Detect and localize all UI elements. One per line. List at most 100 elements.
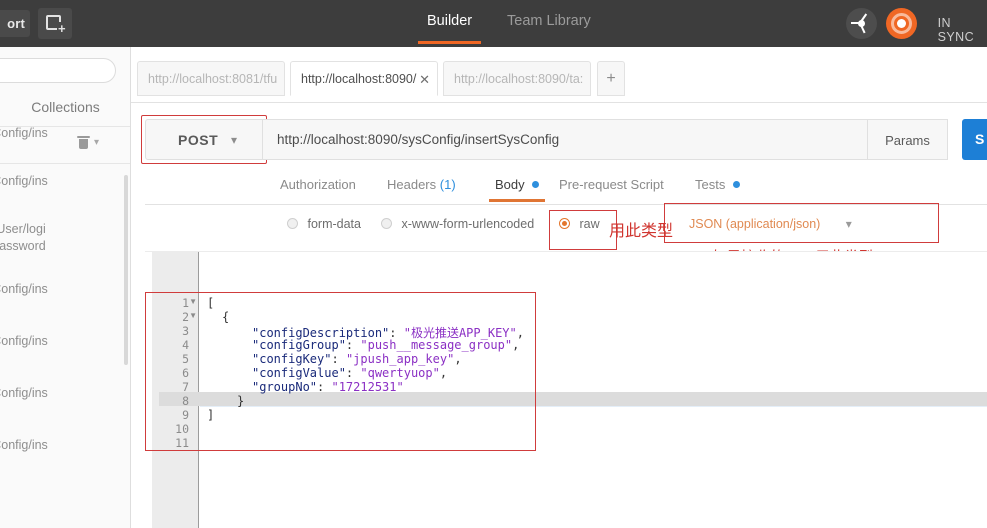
add-tab-button[interactable]: + xyxy=(597,61,625,96)
search-input[interactable] xyxy=(0,58,116,83)
headers-count-badge: (1) xyxy=(439,177,456,192)
sidebar-divider xyxy=(0,163,130,164)
radio-raw-label: raw xyxy=(579,217,600,231)
request-tab[interactable]: http://localhost:8090/ta: xyxy=(443,61,591,96)
code-token: "groupNo" xyxy=(252,380,318,394)
sidebar-item-request[interactable]: /sysConfig/ins xyxy=(0,437,122,454)
sidebar-item-label: /taskUser/logi xyxy=(0,222,46,236)
request-tab-active[interactable]: http://localhost:8090/ ✕ xyxy=(290,61,438,96)
top-bar: ort + Builder Team Library IN SYNC xyxy=(0,0,987,47)
code-token: : xyxy=(345,366,361,380)
main-panel: http://localhost:8081/tfu http://localho… xyxy=(131,47,987,528)
chevron-down-icon: ▾ xyxy=(845,217,852,231)
code-token: : xyxy=(345,338,361,352)
radio-icon xyxy=(287,218,298,229)
main-nav-tabs: Builder Team Library xyxy=(0,0,987,47)
sidebar: Collections ▾ /sysConfig/ins/sysConfig/i… xyxy=(0,47,131,528)
sidebar-item-label: ng&password xyxy=(0,239,46,253)
editor-code-line: "configValue": "qwertyuop", xyxy=(252,366,447,380)
request-tab[interactable]: http://localhost:8081/tfu xyxy=(137,61,285,96)
annotation-use-this-type: 用此类型 xyxy=(609,223,674,240)
radio-raw[interactable]: raw xyxy=(559,217,600,231)
request-section-tabs: Authorization Headers (1) Body Pre-reque… xyxy=(145,172,987,205)
sidebar-item-request[interactable]: /sysConfig/ins xyxy=(0,385,122,402)
tab-tests[interactable]: Tests xyxy=(695,177,740,192)
code-token: ] xyxy=(207,408,215,422)
radio-x-www-form-urlencoded-label: x-www-form-urlencoded xyxy=(401,217,535,231)
body-type-row: form-data x-www-form-urlencoded raw JSON… xyxy=(145,203,987,250)
sidebar-item-request[interactable]: /sysConfig/ins xyxy=(0,125,122,142)
tab-body-label: Body xyxy=(495,177,525,192)
sync-status-label: IN SYNC xyxy=(937,16,975,44)
code-token: : xyxy=(331,352,346,366)
editor-code-line: "configGroup": "push__message_group", xyxy=(252,338,519,352)
tab-pre-request-script[interactable]: Pre-request Script xyxy=(559,177,664,192)
sidebar-item-label: /sysConfig/ins xyxy=(0,174,48,188)
sidebar-item-request[interactable]: /taskUser/logi ng&password xyxy=(0,221,122,255)
tab-authorization-label: Authorization xyxy=(280,177,356,192)
editor-line-number: 9 xyxy=(182,408,189,422)
tab-body[interactable]: Body xyxy=(488,177,546,202)
sidebar-item-label: /sysConfig/ins xyxy=(0,282,48,296)
sidebar-item-label: /sysConfig/ins xyxy=(0,126,48,140)
http-method-select[interactable]: POST ▾ xyxy=(145,119,263,160)
editor-line-number: 4 xyxy=(182,338,189,352)
radio-form-data[interactable]: form-data xyxy=(287,217,361,231)
request-tab-label: http://localhost:8090/ xyxy=(301,72,417,86)
sidebar-item-label: /sysConfig/ins xyxy=(0,334,48,348)
sync-core-glyph xyxy=(897,19,906,28)
close-icon[interactable]: ✕ xyxy=(419,62,430,95)
body-code-editor[interactable]: 1 ▼ 2 ▼ 3 4 5 6 7 8 9 10 11 [{"configDescription": "… xyxy=(145,251,987,528)
content-type-select[interactable]: JSON (application/json) ▾ xyxy=(689,217,852,231)
url-input[interactable]: http://localhost:8090/sysConfig/insertSy… xyxy=(263,119,868,160)
editor-code-line: } xyxy=(237,394,244,408)
sync-icon[interactable] xyxy=(886,8,917,39)
nav-tab-team-library[interactable]: Team Library xyxy=(507,13,591,29)
editor-code-line: "groupNo": "17212531" xyxy=(252,380,404,394)
radio-form-data-label: form-data xyxy=(307,217,361,231)
code-token: "qwertyuop" xyxy=(360,366,440,380)
gutter-line-highlight xyxy=(159,392,987,406)
sidebar-scrollbar[interactable] xyxy=(124,175,128,365)
sidebar-request-list: /sysConfig/ins/sysConfig/ins/taskUser/lo… xyxy=(0,126,130,528)
code-fold-icon[interactable]: ▼ xyxy=(189,295,197,309)
url-row: POST ▾ http://localhost:8090/sysConfig/i… xyxy=(141,115,987,164)
collections-header: Collections xyxy=(31,99,100,115)
editor-line-number: 11 xyxy=(175,436,189,450)
radio-icon-selected xyxy=(559,218,570,229)
radio-x-www-form-urlencoded[interactable]: x-www-form-urlencoded xyxy=(381,217,534,231)
body-status-dot xyxy=(532,181,540,188)
editor-line-number: 8 xyxy=(182,394,189,408)
sidebar-item-request[interactable]: /sysConfig/ins xyxy=(0,173,122,190)
code-token: } xyxy=(237,394,245,408)
code-token: { xyxy=(222,310,230,324)
sidebar-item-request[interactable]: /sysConfig/ins xyxy=(0,281,122,298)
tab-tests-label: Tests xyxy=(695,177,726,192)
broadcast-icon[interactable] xyxy=(846,8,877,39)
nav-tab-builder[interactable]: Builder xyxy=(417,13,482,44)
send-button[interactable]: S xyxy=(962,119,987,160)
editor-line-number: 10 xyxy=(175,422,189,436)
chevron-down-icon: ▾ xyxy=(231,133,238,147)
editor-line-number: 5 xyxy=(182,352,189,366)
editor-code-line: "configKey": "jpush_app_key", xyxy=(252,352,462,366)
sidebar-item-label: /sysConfig/ins xyxy=(0,386,48,400)
tab-headers[interactable]: Headers (1) xyxy=(387,177,456,192)
code-token: , xyxy=(454,352,462,366)
code-token: , xyxy=(512,338,520,352)
editor-code-line: [ xyxy=(207,296,214,310)
editor-line-number: 1 xyxy=(182,296,189,310)
code-token: [ xyxy=(207,296,215,310)
tab-authorization[interactable]: Authorization xyxy=(280,177,356,192)
code-token: "push__message_group" xyxy=(360,338,513,352)
request-tab-label: http://localhost:8081/tfu xyxy=(148,72,278,86)
code-token: , xyxy=(439,366,448,380)
url-value: http://localhost:8090/sysConfig/insertSy… xyxy=(277,132,560,147)
code-token: : xyxy=(317,380,332,394)
http-method-value: POST xyxy=(178,132,219,148)
code-fold-icon[interactable]: ▼ xyxy=(189,309,197,323)
params-button[interactable]: Params xyxy=(868,119,948,160)
editor-line-number: 2 xyxy=(182,310,189,324)
sidebar-item-request[interactable]: /sysConfig/ins xyxy=(0,333,122,350)
editor-code-line: ] xyxy=(207,408,214,422)
